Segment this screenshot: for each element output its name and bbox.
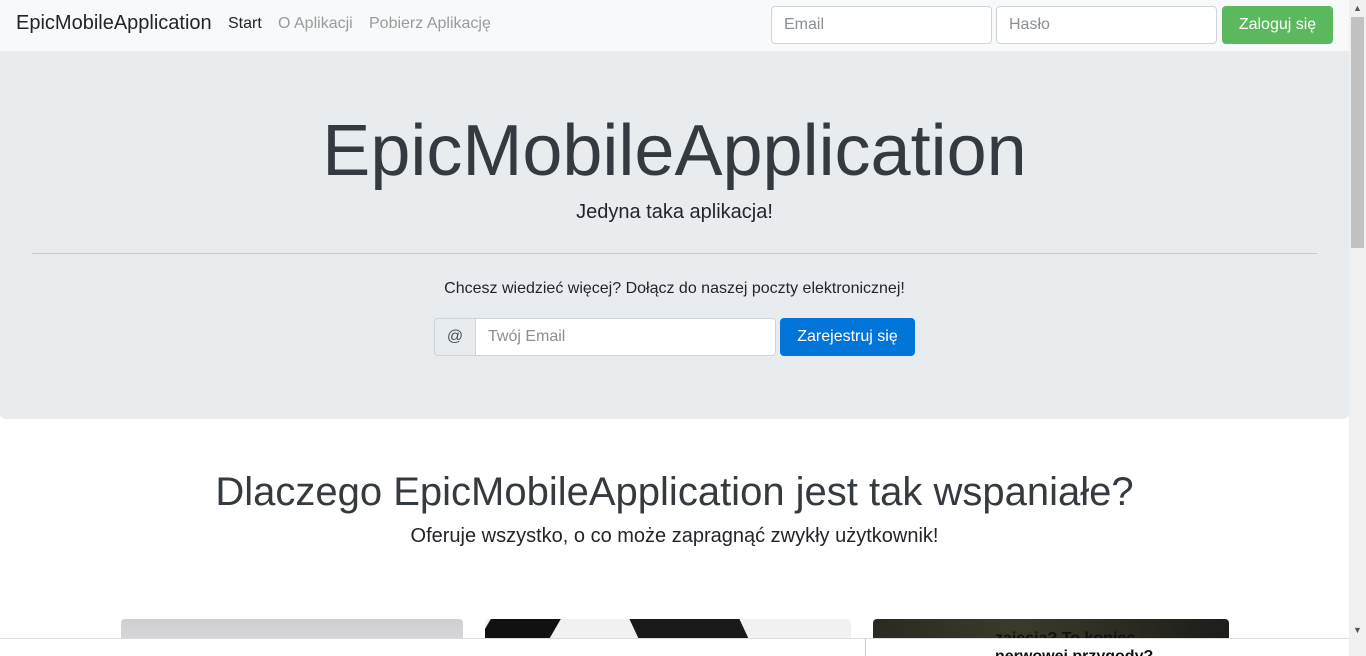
features-title: Dlaczego EpicMobileApplication jest tak …: [215, 470, 1134, 514]
triangle-down-icon[interactable]: ▼: [1349, 622, 1366, 639]
card-overlay-text-line2: nerwowej przygody?: [995, 648, 1153, 656]
hero-subtitle: Jedyna taka aplikacja!: [576, 201, 773, 223]
login-button[interactable]: Zaloguj się: [1222, 6, 1333, 44]
features-subtitle: Oferuje wszystko, o co może zapragnąć zw…: [410, 525, 939, 547]
vertical-scrollbar[interactable]: ▲ ▼: [1349, 0, 1366, 656]
navbar: EpicMobileApplication Start O Aplikacji …: [0, 0, 1349, 51]
bottom-divider: [865, 638, 866, 656]
page: EpicMobileApplication Start O Aplikacji …: [0, 0, 1349, 656]
nav-link-start[interactable]: Start: [228, 15, 262, 33]
nav-link-download[interactable]: Pobierz Aplikację: [369, 15, 491, 33]
at-sign-prepend: @: [434, 318, 476, 356]
triangle-up-icon[interactable]: ▲: [1349, 0, 1366, 17]
newsletter-email-input[interactable]: [475, 318, 776, 356]
login-password-input[interactable]: [996, 6, 1217, 44]
login-email-input[interactable]: [771, 6, 992, 44]
register-button[interactable]: Zarejestruj się: [780, 318, 915, 356]
scrollbar-thumb[interactable]: [1351, 17, 1364, 248]
card-image-shape: [485, 619, 561, 639]
hero-jumbotron: EpicMobileApplication Jedyna taka aplika…: [0, 51, 1349, 419]
nav-link-about[interactable]: O Aplikacji: [278, 15, 353, 33]
hero-divider: [32, 253, 1317, 254]
newsletter-lead: Chcesz wiedzieć więcej? Dołącz do naszej…: [444, 280, 905, 297]
brand-link[interactable]: EpicMobileApplication: [16, 12, 212, 35]
hero-title: EpicMobileApplication: [322, 111, 1027, 191]
